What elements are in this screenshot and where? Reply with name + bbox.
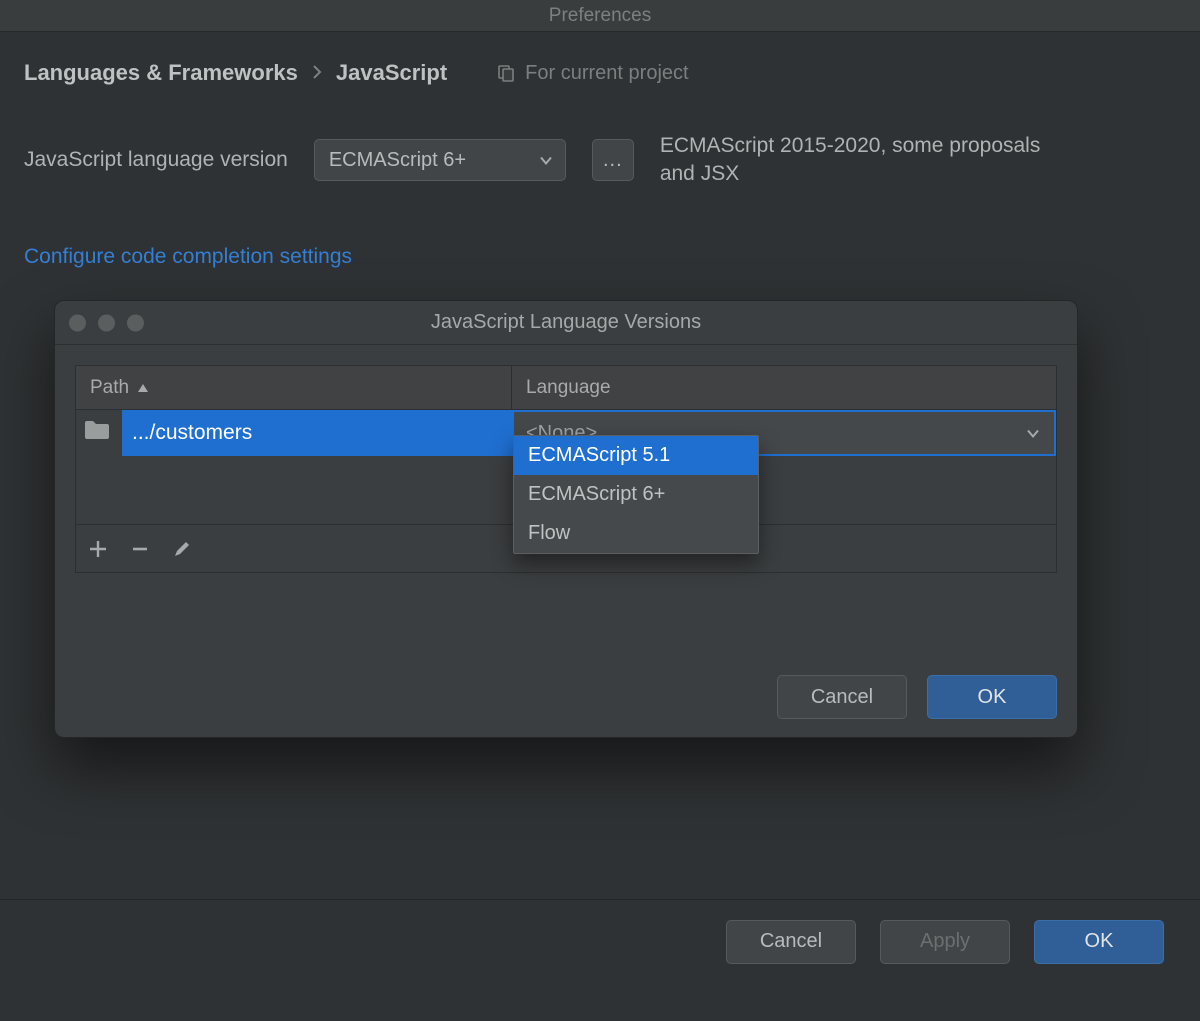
- ok-button[interactable]: OK: [927, 675, 1057, 719]
- ellipsis-icon: ...: [603, 149, 623, 172]
- language-version-description: ECMAScript 2015-2020, some proposals and…: [660, 132, 1060, 189]
- language-version-value: ECMAScript 6+: [329, 149, 466, 172]
- breadcrumb-current: JavaScript: [336, 60, 447, 86]
- dropdown-option[interactable]: ECMAScript 6+: [514, 475, 758, 514]
- remove-button[interactable]: [130, 539, 150, 559]
- add-button[interactable]: [88, 539, 108, 559]
- preferences-footer: Cancel Apply OK: [0, 899, 1200, 983]
- column-language-label: Language: [526, 377, 611, 399]
- preferences-panel: Languages & Frameworks JavaScript For cu…: [0, 32, 1200, 269]
- table-header: Path Language: [76, 366, 1056, 410]
- cancel-button[interactable]: Cancel: [726, 920, 856, 964]
- project-scope-label: For current project: [525, 62, 688, 85]
- language-dropdown: ECMAScript 5.1 ECMAScript 6+ Flow: [513, 435, 759, 554]
- dialog-body: Path Language .../customers: [55, 345, 1077, 573]
- dialog-titlebar: JavaScript Language Versions: [55, 301, 1077, 345]
- minimize-icon[interactable]: [98, 314, 115, 331]
- chevron-right-icon: [312, 63, 322, 84]
- language-version-row: JavaScript language version ECMAScript 6…: [24, 132, 1176, 189]
- language-versions-dialog: JavaScript Language Versions Path Langua…: [54, 300, 1078, 738]
- more-options-button[interactable]: ...: [592, 139, 634, 181]
- close-icon[interactable]: [69, 314, 86, 331]
- cancel-button[interactable]: Cancel: [777, 675, 907, 719]
- configure-completion-link[interactable]: Configure code completion settings: [24, 245, 352, 269]
- apply-button[interactable]: Apply: [880, 920, 1010, 964]
- project-scope-badge: For current project: [497, 62, 688, 85]
- dropdown-option[interactable]: ECMAScript 5.1: [514, 436, 758, 475]
- chevron-down-icon: [1026, 422, 1040, 445]
- language-version-label: JavaScript language version: [24, 148, 288, 172]
- ok-button[interactable]: OK: [1034, 920, 1164, 964]
- edit-button[interactable]: [172, 539, 192, 559]
- dropdown-option[interactable]: Flow: [514, 514, 758, 553]
- cell-path: .../customers: [76, 410, 512, 456]
- dialog-title: JavaScript Language Versions: [431, 311, 701, 334]
- window-titlebar: Preferences: [0, 0, 1200, 32]
- breadcrumb-parent[interactable]: Languages & Frameworks: [24, 60, 298, 86]
- window-title: Preferences: [549, 5, 651, 27]
- dialog-footer: Cancel OK: [777, 675, 1057, 719]
- copy-icon: [497, 64, 515, 82]
- traffic-lights: [69, 314, 144, 331]
- column-language[interactable]: Language: [512, 366, 1056, 409]
- column-path-label: Path: [90, 377, 129, 399]
- folder-icon: [84, 420, 110, 446]
- column-path[interactable]: Path: [76, 366, 512, 409]
- cell-path-value: .../customers: [122, 410, 512, 456]
- chevron-down-icon: [539, 149, 553, 172]
- breadcrumb: Languages & Frameworks JavaScript For cu…: [24, 60, 1176, 86]
- language-version-select[interactable]: ECMAScript 6+: [314, 139, 566, 181]
- sort-ascending-icon: [137, 377, 149, 399]
- zoom-icon[interactable]: [127, 314, 144, 331]
